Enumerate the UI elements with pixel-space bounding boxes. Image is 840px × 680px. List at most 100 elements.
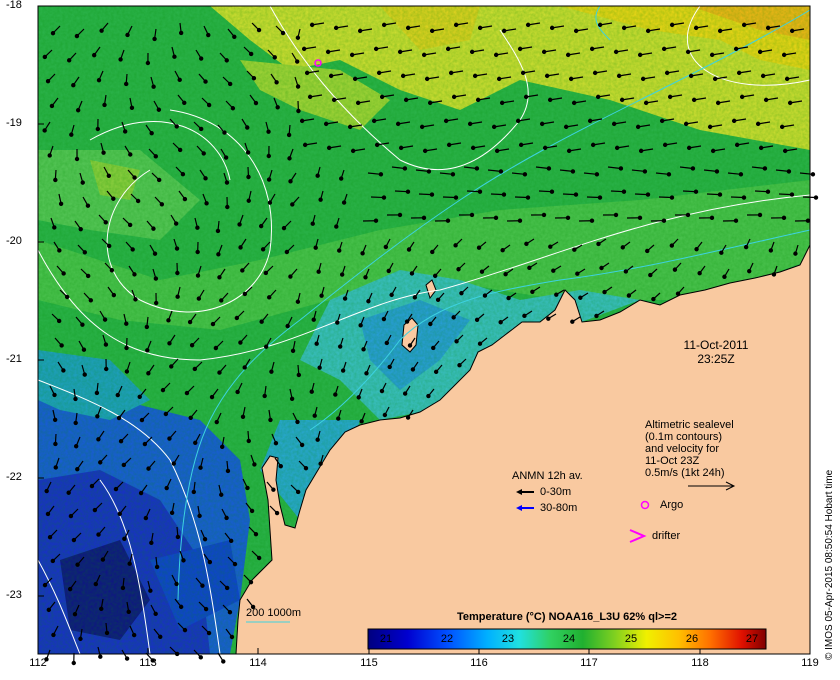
velocity-arrow-head (611, 121, 617, 127)
velocity-arrow-head (245, 150, 251, 155)
velocity-arrow-head (156, 177, 162, 183)
velocity-arrow-head (182, 196, 188, 202)
velocity-arrow-head (805, 218, 811, 223)
velocity-arrow-head (192, 366, 198, 372)
velocity-arrow-head (73, 396, 78, 402)
velocity-arrow-head (474, 317, 480, 322)
velocity-arrow-head (42, 54, 48, 60)
velocity-arrow-head (659, 118, 665, 124)
velocity-arrow-head (238, 245, 243, 250)
velocity-arrow-head (405, 25, 411, 31)
altimetry-line: 11-Oct 23Z (645, 455, 700, 467)
velocity-arrow-head (253, 100, 259, 106)
velocity-arrow-head (227, 81, 233, 87)
lon-tick: 112 (29, 657, 47, 669)
velocity-arrow-head (568, 76, 574, 82)
argo-label: Argo (660, 499, 684, 511)
velocity-arrow-head (133, 297, 138, 302)
velocity-arrow-head (430, 249, 435, 255)
velocity-arrow-head (197, 513, 202, 519)
velocity-arrow-head (498, 320, 503, 325)
velocity-arrow-head (151, 226, 156, 231)
velocity-arrow-head (709, 215, 715, 221)
lat-tick: -23 (6, 589, 22, 601)
velocity-arrow-head (373, 218, 379, 223)
velocity-arrow-head (61, 271, 66, 276)
velocity-arrow-head (355, 100, 361, 106)
velocity-arrow-head (267, 200, 273, 205)
velocity-arrow-head (382, 412, 388, 418)
velocity-arrow-head (295, 419, 300, 425)
velocity-arrow-head (453, 22, 459, 28)
velocity-arrow-head (104, 630, 110, 636)
velocity-arrow-head (143, 515, 149, 521)
velocity-arrow-head (669, 195, 675, 200)
velocity-arrow-head (386, 268, 391, 274)
colorbar-tick: 26 (685, 633, 699, 645)
velocity-arrow-head (42, 582, 48, 588)
velocity-arrow-head (146, 466, 151, 471)
velocity-arrow-head (499, 100, 505, 106)
velocity-arrow-head (269, 369, 274, 374)
velocity-arrow-head (235, 389, 240, 395)
velocity-arrow-head (621, 189, 627, 194)
velocity-arrow-head (78, 226, 83, 232)
velocity-arrow-head (734, 142, 740, 148)
velocity-arrow-head (435, 297, 441, 302)
velocity-arrow-head (177, 77, 182, 83)
velocity-arrow-head (95, 126, 101, 132)
velocity-arrow-head (427, 100, 433, 106)
velocity-arrow-head (153, 300, 159, 306)
velocity-arrow-head (771, 272, 777, 277)
velocity-arrow-head (402, 391, 408, 396)
velocity-arrow-head (80, 180, 85, 185)
velocity-arrow-head (295, 489, 301, 495)
velocity-arrow-head (405, 415, 411, 420)
velocity-arrow-head (335, 320, 340, 325)
velocity-arrow-head (268, 417, 273, 423)
date-label: 11-Oct-2011 23:25Z (666, 338, 766, 366)
velocity-arrow-head (693, 189, 699, 194)
velocity-arrow-head (781, 52, 787, 58)
velocity-arrow-head (572, 247, 577, 252)
velocity-arrow-head (374, 142, 380, 148)
velocity-arrow-head (563, 124, 569, 130)
velocity-arrow-head (428, 321, 433, 327)
velocity-arrow-head (664, 70, 670, 76)
velocity-arrow-head (96, 437, 101, 442)
velocity-arrow-head (544, 73, 550, 79)
velocity-arrow-head (74, 156, 80, 162)
velocity-arrow-head (116, 415, 122, 421)
velocity-arrow-head (167, 436, 172, 441)
velocity-arrow-head (172, 54, 177, 59)
velocity-arrow-head (717, 192, 723, 197)
date-text: 11-Oct-2011 (683, 338, 749, 352)
velocity-arrow-head (158, 634, 163, 640)
velocity-arrow-head (101, 150, 106, 155)
velocity-arrow-head (127, 222, 133, 228)
velocity-arrow-head (525, 22, 531, 28)
velocity-arrow-head (645, 248, 650, 254)
velocity-arrow-head (381, 195, 387, 200)
velocity-arrow-head (139, 417, 145, 423)
velocity-arrow-head (260, 247, 266, 252)
velocity-arrow-head (599, 265, 604, 271)
velocity-arrow-head (429, 28, 435, 34)
velocity-arrow-head (573, 192, 579, 197)
velocity-arrow-head (242, 365, 247, 370)
velocity-arrow-head (91, 52, 97, 58)
velocity-arrow-head (163, 411, 169, 417)
velocity-arrow-head (421, 215, 427, 221)
velocity-arrow-head (246, 198, 251, 203)
velocity-arrow-head (195, 273, 201, 278)
velocity-arrow-head (310, 221, 315, 226)
velocity-arrow-head (387, 364, 392, 370)
velocity-arrow-head (733, 218, 739, 223)
velocity-arrow-head (104, 366, 109, 372)
velocity-arrow-head (47, 534, 53, 540)
velocity-arrow-head (496, 76, 502, 82)
velocity-arrow-head (358, 323, 363, 328)
velocity-arrow-head (200, 583, 205, 588)
velocity-arrow-head (206, 102, 212, 108)
velocity-arrow-head (245, 485, 250, 491)
